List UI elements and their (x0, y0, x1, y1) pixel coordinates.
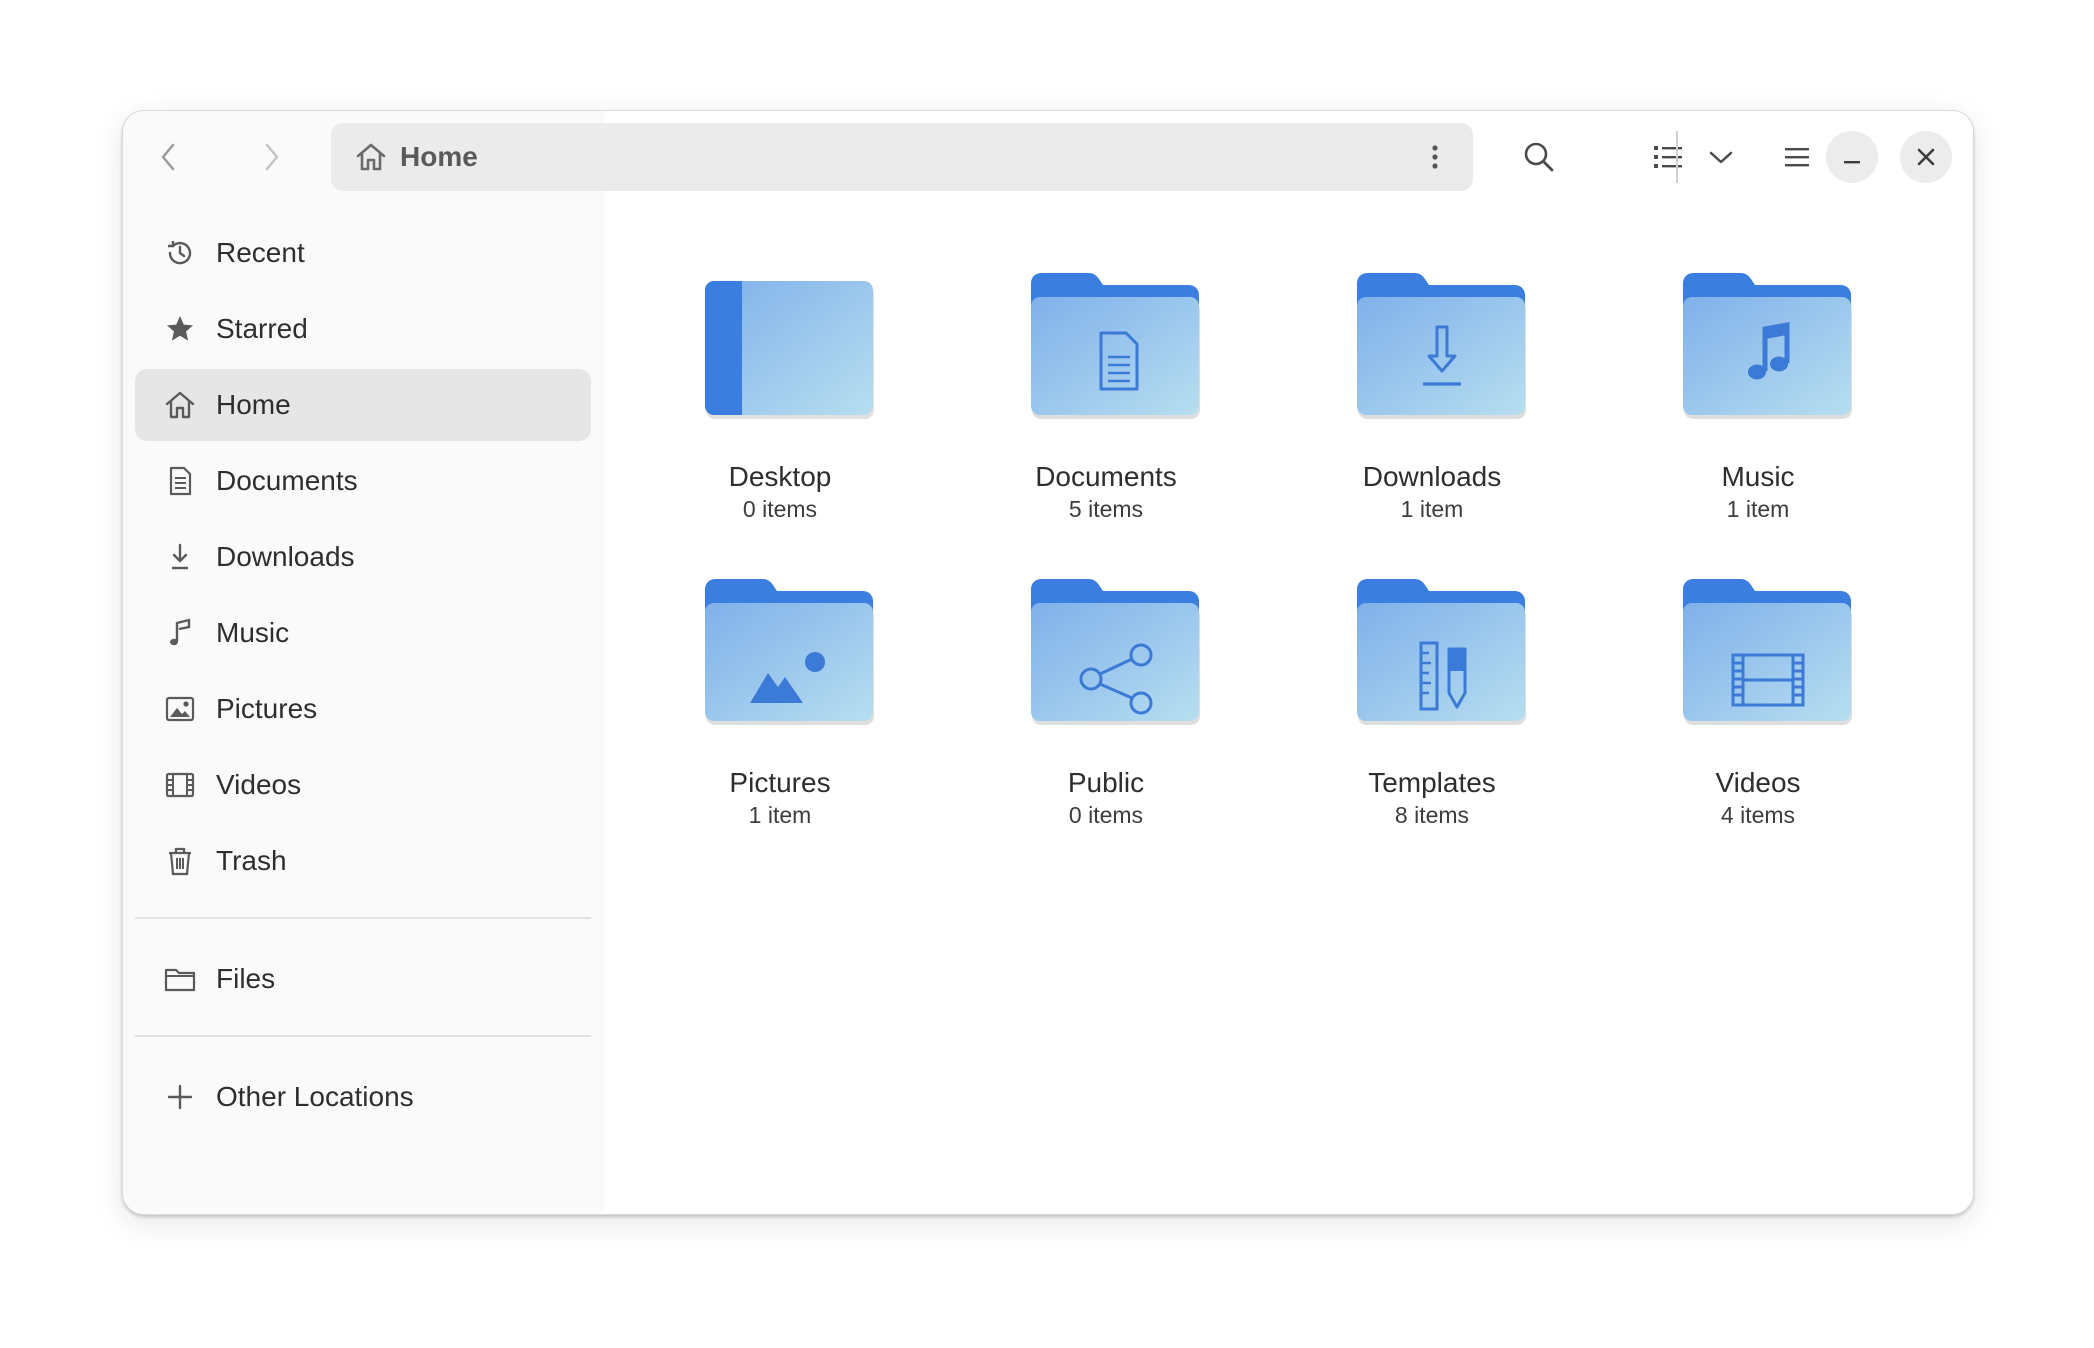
search-button[interactable] (1513, 131, 1565, 183)
sidebar-item-downloads[interactable]: Downloads (135, 521, 591, 593)
close-button[interactable] (1900, 131, 1952, 183)
download-icon (160, 537, 200, 577)
sidebar-item-label: Downloads (216, 541, 355, 572)
folder-item-public[interactable]: Public 0 items (956, 537, 1256, 828)
folder-item-count: 1 item (1400, 496, 1464, 522)
music-folder-icon (1683, 271, 1853, 421)
sidebar-item-trash[interactable]: Trash (135, 825, 591, 897)
header-bar: Home (123, 111, 1973, 205)
videos-folder-icon (1683, 577, 1853, 727)
sidebar-item-label: Pictures (216, 693, 318, 724)
folder-name: Documents (1035, 461, 1177, 492)
main-menu-button[interactable] (1771, 131, 1823, 183)
sidebar-places-list: Recent Starred Home Documents Downloads Music… (135, 217, 591, 1137)
home-icon (356, 143, 386, 171)
folder-item-downloads[interactable]: Downloads 1 item (1282, 231, 1582, 522)
folder-item-documents[interactable]: Documents 5 items (956, 231, 1256, 522)
sidebar-item-label: Files (216, 963, 276, 994)
view-button-separator (1676, 131, 1678, 183)
folder-item-count: 0 items (742, 496, 818, 522)
folder-item-music[interactable]: Music 1 item (1608, 231, 1908, 522)
sidebar-item-label: Home (216, 389, 291, 420)
folder-item-count: 1 item (1726, 496, 1790, 522)
folder-item-count: 5 items (1068, 496, 1144, 522)
sidebar-item-label: Starred (216, 313, 308, 344)
sidebar-separator (135, 917, 591, 919)
minimize-button[interactable] (1826, 131, 1878, 183)
home-icon (160, 385, 200, 425)
folder-grid: Desktop 0 items Documents 5 items Downloads 1… (604, 203, 1973, 1214)
sidebar-item-other-locations[interactable]: Other Locations (135, 1061, 591, 1133)
sidebar-item-music[interactable]: Music (135, 597, 591, 669)
music-note-icon (160, 613, 200, 653)
folder-item-desktop[interactable]: Desktop 0 items (630, 231, 930, 522)
sidebar-item-label: Recent (216, 237, 305, 268)
sidebar-item-starred[interactable]: Starred (135, 293, 591, 365)
chevron-right-icon (265, 143, 279, 171)
close-icon (1917, 148, 1935, 166)
path-bar[interactable]: Home (331, 123, 1473, 191)
film-icon (160, 765, 200, 805)
folder-item-count: 0 items (1068, 802, 1144, 828)
folder-item-pictures[interactable]: Pictures 1 item (630, 537, 930, 828)
path-menu-button[interactable] (1409, 131, 1461, 183)
path-location-label: Home (400, 141, 478, 172)
folder-name: Desktop (728, 461, 832, 492)
file-manager-window: Home Recent Starred Home Documents Downl… (122, 110, 1974, 1215)
sidebar-item-pictures[interactable]: Pictures (135, 673, 591, 745)
document-icon (160, 461, 200, 501)
folder-name: Music (1721, 461, 1795, 492)
sidebar-item-label: Videos (216, 769, 302, 800)
pictures-folder-icon (705, 577, 875, 727)
folder-item-count: 8 items (1394, 802, 1470, 828)
sidebar-separator (135, 1035, 591, 1037)
folder-name: Templates (1368, 767, 1496, 798)
chevron-left-icon (161, 143, 175, 171)
folder-item-count: 1 item (748, 802, 812, 828)
plus-icon (160, 1077, 200, 1117)
search-icon (1524, 142, 1554, 172)
folder-item-count: 4 items (1720, 802, 1796, 828)
folder-name: Videos (1715, 767, 1801, 798)
sidebar-item-label: Other Locations (216, 1081, 414, 1112)
folder-name: Pictures (729, 767, 831, 798)
sidebar-item-recent[interactable]: Recent (135, 217, 591, 289)
view-list-button[interactable] (1642, 131, 1694, 183)
kebab-menu-icon (1432, 145, 1438, 169)
sidebar-item-label: Documents (216, 465, 358, 496)
back-button[interactable] (143, 131, 195, 183)
templates-folder-icon (1357, 577, 1527, 727)
sidebar: Recent Starred Home Documents Downloads Music… (123, 203, 606, 1214)
sidebar-item-label: Trash (216, 845, 287, 876)
sidebar-item-files[interactable]: Files (135, 943, 591, 1015)
star-icon (160, 309, 200, 349)
folder-item-videos[interactable]: Videos 4 items (1608, 537, 1908, 828)
clock-icon (160, 233, 200, 273)
folder-name: Downloads (1362, 461, 1502, 492)
document-folder-icon (1031, 271, 1201, 421)
forward-button[interactable] (245, 131, 297, 183)
sidebar-item-documents[interactable]: Documents (135, 445, 591, 517)
list-view-icon (1654, 146, 1682, 168)
sidebar-item-videos[interactable]: Videos (135, 749, 591, 821)
view-options-button[interactable] (1695, 131, 1747, 183)
chevron-down-icon (1709, 151, 1733, 164)
download-folder-icon (1357, 271, 1527, 421)
share-folder-icon (1031, 577, 1201, 727)
folder-item-templates[interactable]: Templates 8 items (1282, 537, 1582, 828)
sidebar-item-home[interactable]: Home (135, 369, 591, 441)
desktop-folder-icon (705, 271, 875, 421)
folder-outline-icon (160, 959, 200, 999)
folder-name: Public (1067, 767, 1145, 798)
picture-icon (160, 689, 200, 729)
minimize-icon (1844, 161, 1860, 164)
trash-icon (160, 841, 200, 881)
hamburger-menu-icon (1785, 148, 1809, 167)
sidebar-item-label: Music (216, 617, 290, 648)
